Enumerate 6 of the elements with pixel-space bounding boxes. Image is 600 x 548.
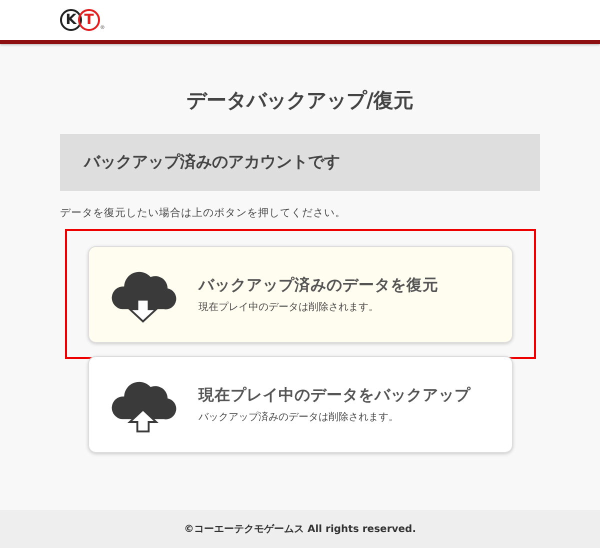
option-card[interactable]: 現在プレイ中のデータをバックアップ バックアップ済みのデータは削除されます。	[88, 356, 512, 453]
account-status-banner: バックアップ済みのアカウントです	[60, 134, 540, 191]
page-title: データバックアップ/復元	[186, 87, 414, 114]
instruction-text: データを復元したい場合は上のボタンを押してください。	[60, 206, 347, 220]
copyright-text: ©コーエーテクモゲームス All rights reserved.	[184, 523, 416, 536]
option-card[interactable]: バックアップ済みのデータを復元 現在プレイ中のデータは削除されます。	[88, 246, 512, 343]
